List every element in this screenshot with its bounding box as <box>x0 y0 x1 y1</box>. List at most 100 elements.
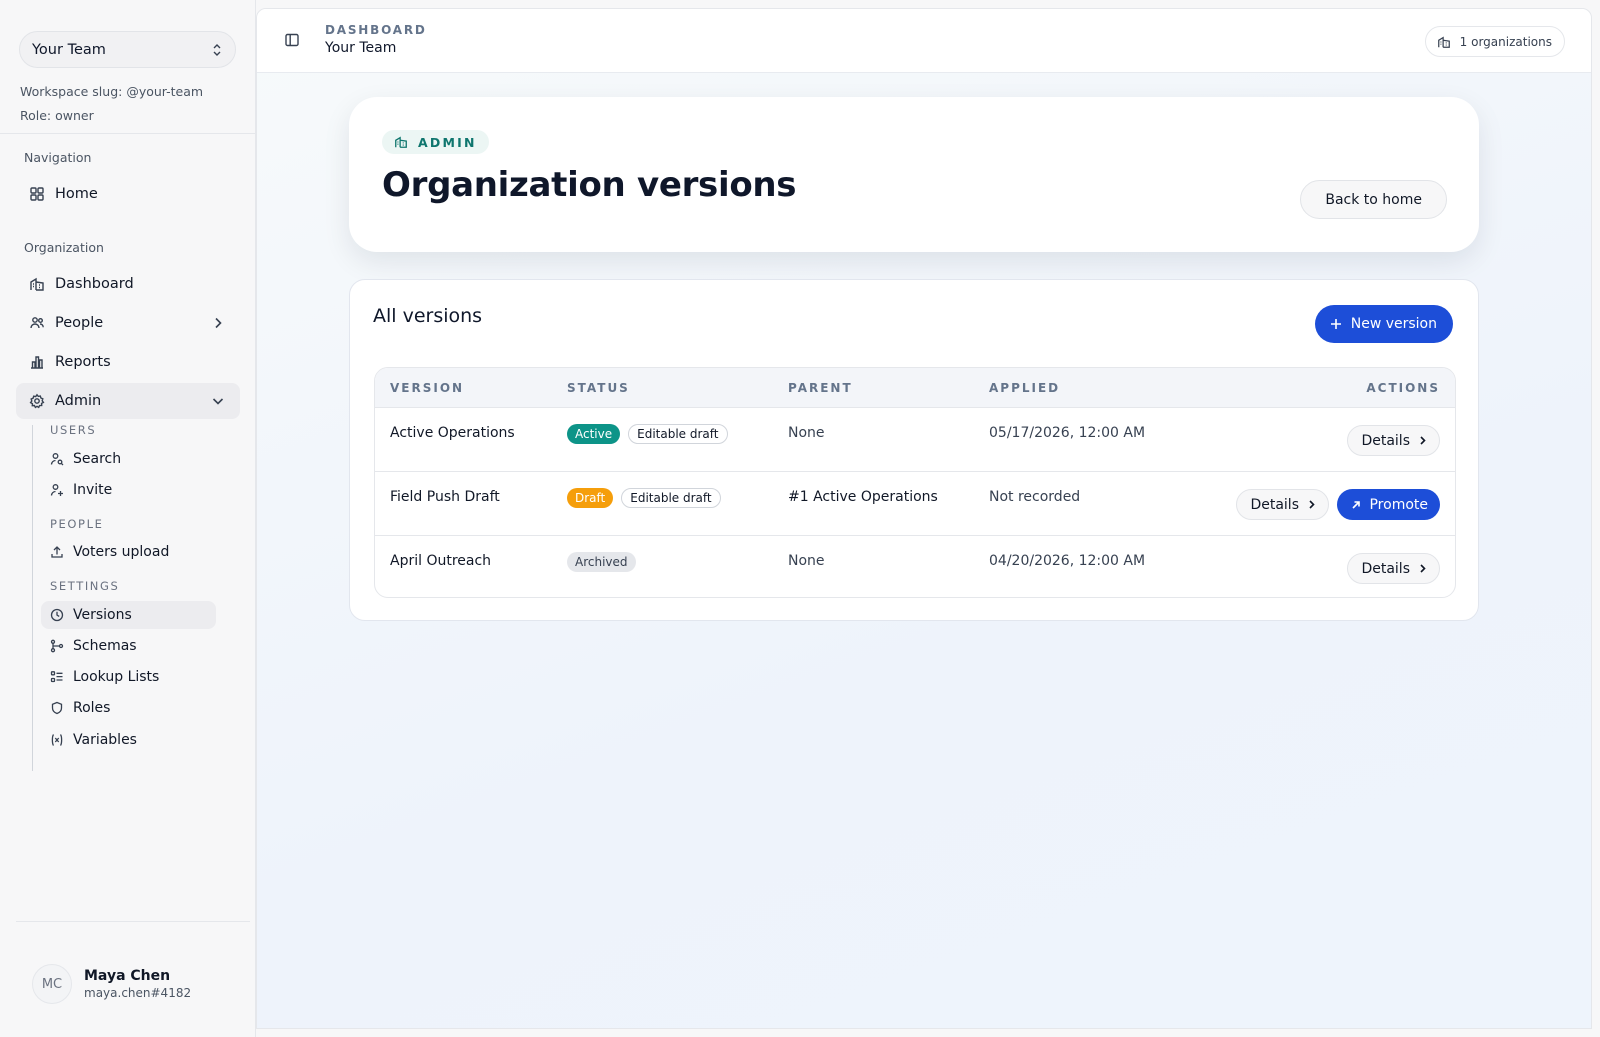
organizations-count-pill[interactable]: 1 organizations <box>1424 26 1565 57</box>
sidebar-toggle-icon[interactable] <box>283 31 301 49</box>
submenu-group-settings: SETTINGS <box>50 579 120 593</box>
sub-item-roles[interactable]: Roles <box>41 694 216 722</box>
details-button[interactable]: Details <box>1236 489 1329 520</box>
divider <box>16 921 250 922</box>
sub-item-label: Roles <box>73 700 111 716</box>
shield-icon <box>51 701 63 715</box>
status-badge: Active <box>567 424 621 444</box>
sub-item-label: Variables <box>73 732 137 748</box>
details-label: Details <box>1250 496 1299 513</box>
parent-version: None <box>788 425 825 441</box>
sub-item-invite[interactable]: Invite <box>41 476 216 504</box>
parent-version: None <box>788 553 825 569</box>
details-button[interactable]: Details <box>1347 425 1440 456</box>
versions-card: All versions New version VERSION STATUS … <box>349 279 1479 621</box>
clock-icon <box>50 608 64 622</box>
sub-item-search[interactable]: Search <box>41 445 216 473</box>
variable-icon <box>51 734 63 746</box>
nav-item-dashboard[interactable]: Dashboard <box>16 266 240 302</box>
user-menu[interactable]: MC Maya Chen maya.chen#4182 <box>32 964 191 1004</box>
submenu-group-users: USERS <box>50 423 97 437</box>
parent-version: #1 Active Operations <box>788 489 938 505</box>
grid-icon <box>30 187 44 201</box>
details-button[interactable]: Details <box>1347 553 1440 584</box>
nav-item-label: People <box>55 315 104 331</box>
nav-item-label: Admin <box>55 393 102 409</box>
team-selector[interactable]: Your Team <box>19 31 236 68</box>
arrow-up-right-icon <box>1352 500 1361 509</box>
status-badges: Archived <box>567 552 636 572</box>
upload-icon <box>51 546 63 558</box>
table-row: April Outreach Archived None 04/20/2026,… <box>375 535 1455 597</box>
nav-section-label: Navigation <box>24 150 92 165</box>
editable-draft-badge: Editable draft <box>628 424 728 444</box>
sidebar: Your Team Workspace slug: @your-team Rol… <box>0 0 256 1037</box>
workspace-slug: Workspace slug: @your-team <box>20 84 204 99</box>
promote-label: Promote <box>1369 496 1428 513</box>
sub-item-variables[interactable]: Variables <box>41 726 216 754</box>
nav-item-people[interactable]: People <box>16 305 240 341</box>
sub-item-versions[interactable]: Versions <box>41 601 216 629</box>
list-icon <box>50 671 63 683</box>
main-content: DASHBOARD Your Team 1 organizations ADMI… <box>256 8 1592 1029</box>
version-name: Field Push Draft <box>390 489 500 505</box>
sub-item-schemas[interactable]: Schemas <box>41 632 216 660</box>
status-badges: Active Editable draft <box>567 424 728 444</box>
chevron-right-icon <box>1420 564 1426 573</box>
version-name: Active Operations <box>390 425 515 441</box>
applied-date: 04/20/2026, 12:00 AM <box>989 553 1146 569</box>
back-to-home-button[interactable]: Back to home <box>1300 180 1447 219</box>
nav-item-label: Reports <box>55 354 111 370</box>
status-badge: Draft <box>567 488 614 508</box>
user-name: Maya Chen <box>84 968 171 984</box>
topbar: DASHBOARD Your Team 1 organizations <box>257 9 1591 73</box>
new-version-label: New version <box>1350 316 1437 332</box>
plus-icon <box>1330 319 1341 329</box>
nav-item-label: Dashboard <box>55 276 134 292</box>
column-header-status: STATUS <box>567 381 630 395</box>
user-search-icon <box>50 453 64 466</box>
status-badges: Draft Editable draft <box>567 488 721 508</box>
gear-icon <box>29 393 45 409</box>
applied-date: 05/17/2026, 12:00 AM <box>989 425 1146 441</box>
user-plus-icon <box>50 484 63 496</box>
admin-tag: ADMIN <box>382 130 489 154</box>
divider <box>0 133 256 134</box>
nav-item-admin[interactable]: Admin <box>16 383 240 419</box>
chevron-right-icon <box>1420 436 1426 445</box>
submenu-group-people: PEOPLE <box>50 517 104 531</box>
user-info: Maya Chen maya.chen#4182 <box>84 968 191 1000</box>
nav-item-home[interactable]: Home <box>16 176 240 212</box>
sub-item-label: Schemas <box>73 638 137 654</box>
nav-item-reports[interactable]: Reports <box>16 344 240 380</box>
promote-button[interactable]: Promote <box>1337 489 1440 520</box>
breadcrumb-section: DASHBOARD <box>325 23 427 37</box>
workspace-info: Workspace slug: @your-team Role: owner <box>20 80 203 128</box>
nav-item-label: Home <box>55 186 98 202</box>
page-title: Organization versions <box>382 165 797 205</box>
sub-item-label: Invite <box>73 482 113 498</box>
table-row: Active Operations Active Editable draft … <box>375 407 1455 471</box>
building-icon <box>30 277 44 291</box>
user-handle: maya.chen#4182 <box>84 986 192 1000</box>
new-version-button[interactable]: New version <box>1314 305 1453 343</box>
chevron-down-icon <box>212 398 224 405</box>
versions-card-title: All versions <box>373 305 483 327</box>
status-badge: Archived <box>567 552 636 572</box>
chevron-right-icon <box>1309 500 1315 509</box>
sub-item-voters-upload[interactable]: Voters upload <box>41 538 216 566</box>
avatar: MC <box>32 964 72 1004</box>
org-section-label: Organization <box>24 240 104 255</box>
applied-date: Not recorded <box>989 489 1081 505</box>
sub-item-label: Lookup Lists <box>73 669 160 685</box>
building-icon <box>395 136 407 148</box>
workspace-role: Role: owner <box>20 108 94 123</box>
sub-item-label: Voters upload <box>73 544 170 560</box>
sub-item-label: Search <box>73 451 122 467</box>
sub-item-lookup-lists[interactable]: Lookup Lists <box>41 663 216 691</box>
building-icon <box>1437 36 1450 48</box>
version-name: April Outreach <box>390 553 492 569</box>
sub-item-label: Versions <box>73 607 132 623</box>
column-header-version: VERSION <box>390 381 465 395</box>
admin-tag-label: ADMIN <box>418 134 477 150</box>
